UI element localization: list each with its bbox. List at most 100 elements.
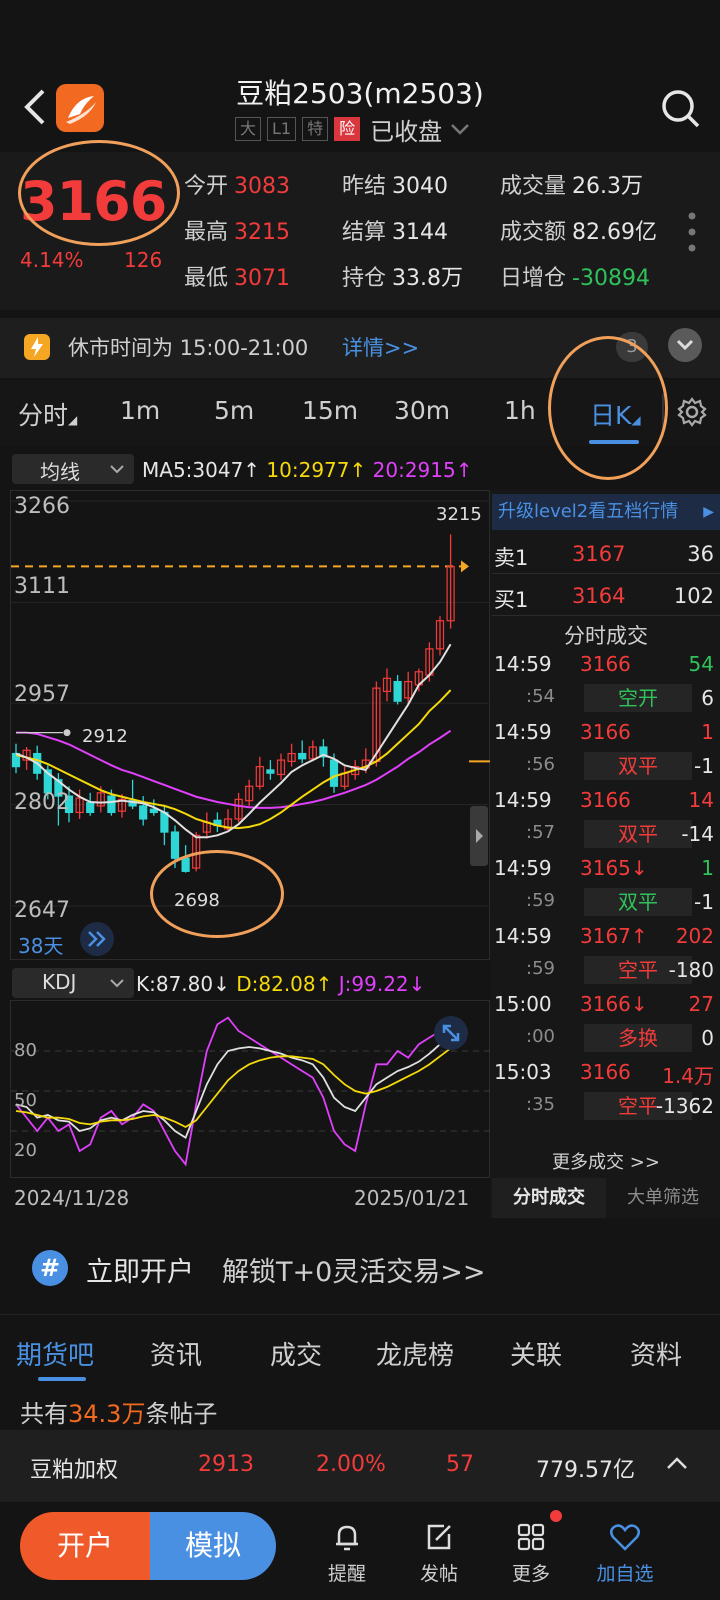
nav-post-label: 发帖 (419, 1563, 458, 1585)
open-account-banner[interactable]: # 立即开户 解锁T+0灵活交易>> (0, 1222, 720, 1314)
trades-title: 分时成交 (564, 624, 648, 648)
candle-body (86, 802, 95, 814)
quote-field-value: 3040 (392, 174, 449, 199)
quote-field: 昨结 3040 (342, 168, 448, 200)
trade-time: 15:03 (494, 1060, 552, 1084)
tab-profile[interactable]: 资料 (630, 1335, 682, 1372)
post-count: 共有34.3万条帖子 (20, 1400, 218, 1428)
trade-row: 15:03 3166 1.4万 (492, 1058, 720, 1092)
trade-price: 3166 (580, 652, 631, 676)
ma-marker-dot (63, 729, 71, 737)
more-trades-link[interactable]: 更多成交 >> (492, 1148, 720, 1174)
tab-5m[interactable]: 5m (214, 396, 254, 425)
y-axis-label: 3266 (14, 494, 70, 519)
candle-body (107, 795, 116, 814)
trade-price: 3167↑ (580, 924, 648, 948)
tab-futures-forum[interactable]: 期货吧 (16, 1335, 94, 1372)
tab-15m[interactable]: 15m (302, 396, 358, 425)
quote-field-label: 日增仓 (500, 266, 567, 291)
ma20-value: 20:2915↑ (372, 458, 473, 482)
trade-row: 14:59 3167↑ 202 (492, 922, 720, 956)
trade-detail-row: :57 双平 -14 (492, 820, 720, 854)
tab-related[interactable]: 关联 (510, 1335, 562, 1372)
quote-field-value: -30894 (572, 266, 650, 291)
kdj-y-label: 80 (14, 1040, 37, 1061)
bid-label: 买1 (494, 588, 529, 612)
trade-row: 14:59 3166 54 (492, 650, 720, 684)
tab-1m[interactable]: 1m (120, 396, 160, 425)
expand-button[interactable] (80, 922, 114, 956)
chevron-up-icon[interactable] (664, 1454, 690, 1472)
index-ticker[interactable]: 豆粕加权 2913 2.00% 57 779.57亿 (0, 1430, 720, 1502)
quote-field-value: 26.3万 (572, 174, 644, 199)
tab-news[interactable]: 资讯 (150, 1335, 202, 1372)
chevron-down-icon[interactable] (448, 121, 472, 137)
kdj-chart[interactable] (10, 1000, 491, 1178)
quote-field-label: 今开 (184, 174, 229, 199)
kdj-select[interactable]: KDJ (12, 968, 134, 998)
bid-row: 买1 3164 102 (492, 576, 720, 616)
collapse-button[interactable] (668, 328, 702, 362)
quote-field-value: 33.8万 (392, 266, 464, 291)
trade-type: 双平 (584, 888, 692, 916)
trade-volume: 1 (701, 720, 714, 744)
trade-volume: 202 (675, 924, 714, 948)
trade-row: 15:00 3166↓ 27 (492, 990, 720, 1024)
candle-body (298, 752, 307, 760)
open-account-button[interactable]: 开户 (20, 1512, 150, 1580)
tab-large-orders[interactable]: 大单筛选 (606, 1178, 720, 1218)
fullscreen-button[interactable] (434, 1016, 468, 1050)
trade-open-change: 0 (701, 1026, 714, 1050)
candle-body (393, 680, 402, 702)
trade-open-change: -14 (681, 822, 714, 846)
heart-icon (610, 1524, 640, 1551)
bid-price: 3164 (572, 584, 626, 608)
trade-open-change: -180 (668, 958, 714, 982)
simulate-button[interactable]: 模拟 (150, 1512, 276, 1580)
more-dots-icon[interactable] (688, 212, 696, 252)
chevron-right-icon (476, 829, 483, 843)
trade-price: 3165↓ (580, 856, 648, 880)
nav-post[interactable]: 发帖 (404, 1520, 474, 1586)
trade-open-change: -1362 (655, 1094, 714, 1118)
quote-field-label: 成交额 (500, 220, 567, 245)
notice-detail-link[interactable]: 详情>> (342, 332, 419, 362)
trade-detail-row: :54 空开 6 (492, 684, 720, 718)
ticker-amount: 779.57亿 (536, 1458, 635, 1483)
panel-toggle-handle[interactable] (470, 806, 488, 866)
tag-big: 大 (235, 117, 262, 141)
edit-icon (427, 1524, 451, 1550)
trade-price: 3166↓ (580, 992, 648, 1016)
tab-timeshare-trades[interactable]: 分时成交 (492, 1178, 606, 1218)
trade-second: :56 (526, 754, 555, 775)
kdj-d-line (15, 1047, 452, 1129)
trade-volume: 27 (688, 992, 714, 1016)
trade-row: 14:59 3165↓ 1 (492, 854, 720, 888)
tab-deals[interactable]: 成交 (270, 1335, 322, 1372)
trade-volume: 14 (688, 788, 714, 812)
tab-1h[interactable]: 1h (504, 396, 536, 425)
tab-dragon-tiger[interactable]: 龙虎榜 (376, 1335, 454, 1372)
nav-add-watchlist[interactable]: 加自选 (590, 1520, 660, 1586)
candle-body (266, 769, 275, 774)
nav-more[interactable]: 更多 (496, 1520, 566, 1586)
nav-alert-label: 提醒 (327, 1563, 366, 1585)
nav-alert[interactable]: 提醒 (312, 1520, 382, 1586)
trade-price: 3166 (580, 720, 631, 744)
caret-right-icon: ▶ (703, 504, 714, 520)
settings-button[interactable] (676, 396, 708, 432)
upgrade-level2-banner[interactable]: 升级level2看五档行情 ▶ (492, 494, 720, 530)
highlight-circle (150, 850, 284, 938)
trade-detail-row: :00 多换 0 (492, 1024, 720, 1058)
kdj-values: K:87.80↓ D:82.08↑ J:99.22↓ (136, 972, 425, 996)
indicator-select[interactable]: 均线 (12, 454, 134, 484)
bell-icon (336, 1525, 358, 1551)
search-button[interactable] (660, 88, 702, 130)
tag-risk: 险 (334, 117, 361, 141)
tab-30m[interactable]: 30m (394, 396, 450, 425)
feed-tabs: 期货吧 资讯 成交 龙虎榜 关联 资料 (0, 1314, 720, 1384)
quote-field: 成交额 82.69亿 (500, 214, 657, 246)
search-icon (662, 90, 700, 128)
tab-timeshare[interactable]: 分时◢ (18, 396, 77, 432)
quote-field-label: 最低 (184, 266, 229, 291)
